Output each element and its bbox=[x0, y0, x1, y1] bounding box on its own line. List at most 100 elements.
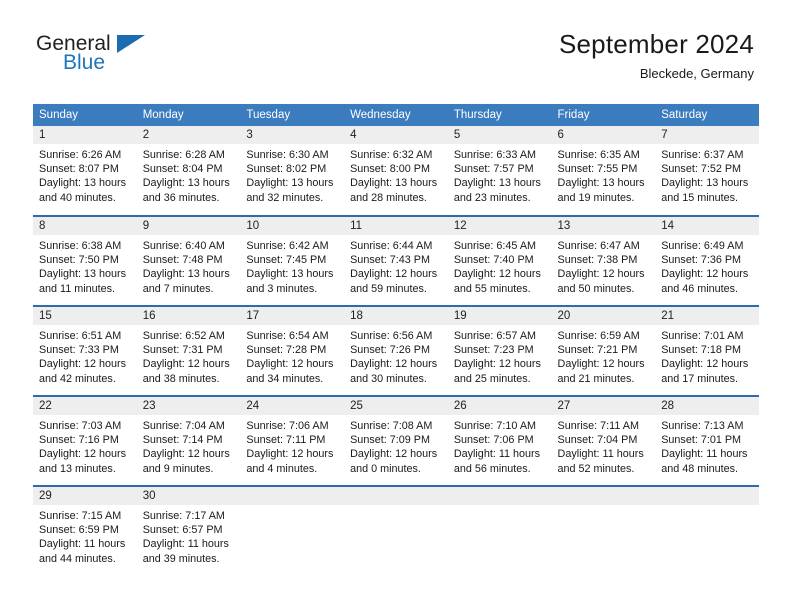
day-number bbox=[447, 487, 552, 505]
day-cell-inner bbox=[344, 487, 448, 576]
sunrise-text: Sunrise: 6:51 AM bbox=[39, 330, 122, 342]
calendar-day-cell[interactable]: 4 Sunrise: 6:32 AM Sunset: 8:00 PM Daylight… bbox=[344, 126, 448, 216]
sunrise-text: Sunrise: 7:03 AM bbox=[39, 420, 122, 432]
day-number: 27 bbox=[551, 397, 656, 415]
daylight-text-line2: and 39 minutes. bbox=[142, 552, 220, 565]
day-cell-details: Sunrise: 6:30 AM Sunset: 8:02 PM Daylight:… bbox=[240, 144, 344, 205]
sunrise-text: Sunrise: 6:38 AM bbox=[39, 240, 122, 252]
sunset-text: Sunset: 7:09 PM bbox=[350, 434, 430, 447]
calendar-day-cell[interactable]: 6 Sunrise: 6:35 AM Sunset: 7:55 PM Daylight… bbox=[551, 126, 656, 216]
calendar-day-cell[interactable]: 30 Sunrise: 7:17 AM Sunset: 6:57 PM Dayligh… bbox=[136, 485, 241, 576]
calendar-day-cell[interactable]: 21 Sunrise: 7:01 AM Sunset: 7:18 PM Dayligh… bbox=[655, 305, 759, 396]
daylight-text-line1: Daylight: 11 hours bbox=[39, 538, 126, 551]
sunset-text: Sunset: 7:11 PM bbox=[246, 434, 326, 447]
calendar-day-cell[interactable]: 25 Sunrise: 7:08 AM Sunset: 7:09 PM Dayligh… bbox=[344, 395, 448, 486]
calendar-day-cell[interactable]: 10 Sunrise: 6:42 AM Sunset: 7:45 PM Dayligh… bbox=[240, 215, 345, 306]
daylight-text-line1: Daylight: 13 hours bbox=[661, 177, 749, 190]
calendar-day-cell[interactable]: 2 Sunrise: 6:28 AM Sunset: 8:04 PM Daylight… bbox=[136, 126, 241, 216]
sunset-text: Sunset: 7:18 PM bbox=[661, 344, 742, 357]
calendar-day-cell[interactable]: 27 Sunrise: 7:11 AM Sunset: 7:04 PM Dayligh… bbox=[551, 395, 656, 486]
day-cell-inner: 11 Sunrise: 6:44 AM Sunset: 7:43 PM Dayligh… bbox=[344, 217, 448, 305]
calendar-day-cell[interactable]: 15 Sunrise: 6:51 AM Sunset: 7:33 PM Dayligh… bbox=[33, 305, 137, 396]
calendar-day-cell[interactable]: 24 Sunrise: 7:06 AM Sunset: 7:11 PM Dayligh… bbox=[240, 395, 345, 486]
daylight-text-line2: and 13 minutes. bbox=[39, 462, 116, 475]
daylight-text-line2: and 55 minutes. bbox=[453, 282, 531, 295]
day-cell-inner: 17 Sunrise: 6:54 AM Sunset: 7:28 PM Dayligh… bbox=[240, 307, 345, 395]
calendar-day-cell[interactable]: 19 Sunrise: 6:57 AM Sunset: 7:23 PM Dayligh… bbox=[447, 305, 552, 396]
day-number: 24 bbox=[240, 397, 345, 415]
daylight-text-line2: and 11 minutes. bbox=[39, 282, 116, 295]
calendar-day-cell[interactable]: 11 Sunrise: 6:44 AM Sunset: 7:43 PM Dayligh… bbox=[344, 215, 448, 306]
day-cell-details: Sunrise: 6:56 AM Sunset: 7:26 PM Daylight:… bbox=[344, 325, 448, 386]
day-cell-details bbox=[655, 505, 759, 509]
sunrise-text: Sunrise: 6:52 AM bbox=[142, 330, 225, 342]
calendar-day-cell[interactable]: 3 Sunrise: 6:30 AM Sunset: 8:02 PM Daylight… bbox=[240, 126, 345, 216]
day-number: 26 bbox=[447, 397, 552, 415]
sunset-text: Sunset: 7:40 PM bbox=[453, 254, 534, 267]
day-cell-details: Sunrise: 7:08 AM Sunset: 7:09 PM Daylight:… bbox=[344, 415, 448, 476]
calendar-day-cell[interactable]: 18 Sunrise: 6:56 AM Sunset: 7:26 PM Dayligh… bbox=[344, 305, 448, 396]
day-cell-inner: 10 Sunrise: 6:42 AM Sunset: 7:45 PM Dayligh… bbox=[240, 217, 345, 305]
calendar-week-row: 22 Sunrise: 7:03 AM Sunset: 7:16 PM Dayligh… bbox=[33, 395, 759, 486]
calendar-day-cell[interactable]: 28 Sunrise: 7:13 AM Sunset: 7:01 PM Dayligh… bbox=[655, 395, 759, 486]
day-cell-details: Sunrise: 7:11 AM Sunset: 7:04 PM Daylight:… bbox=[552, 415, 656, 476]
calendar-day-cell[interactable]: 7 Sunrise: 6:37 AM Sunset: 7:52 PM Daylight… bbox=[655, 126, 759, 216]
day-cell-inner: 7 Sunrise: 6:37 AM Sunset: 7:52 PM Daylight… bbox=[655, 126, 759, 215]
calendar-day-cell[interactable]: 1 Sunrise: 6:26 AM Sunset: 8:07 PM Daylight… bbox=[33, 126, 137, 216]
sunset-text: Sunset: 7:04 PM bbox=[557, 434, 638, 447]
calendar-day-cell[interactable]: 8 Sunrise: 6:38 AM Sunset: 7:50 PM Daylight… bbox=[33, 215, 137, 306]
day-cell-inner: 4 Sunrise: 6:32 AM Sunset: 8:00 PM Daylight… bbox=[344, 126, 448, 215]
calendar-day-cell[interactable]: 12 Sunrise: 6:45 AM Sunset: 7:40 PM Dayligh… bbox=[447, 215, 552, 306]
day-cell-details: Sunrise: 6:47 AM Sunset: 7:38 PM Daylight:… bbox=[552, 235, 656, 296]
calendar-day-cell[interactable]: 20 Sunrise: 6:59 AM Sunset: 7:21 PM Dayligh… bbox=[551, 305, 656, 396]
day-cell-details: Sunrise: 6:37 AM Sunset: 7:52 PM Daylight:… bbox=[655, 144, 759, 205]
day-cell-details: Sunrise: 6:26 AM Sunset: 8:07 PM Daylight:… bbox=[33, 144, 137, 205]
calendar-day-cell[interactable]: 29 Sunrise: 7:15 AM Sunset: 6:59 PM Dayligh… bbox=[33, 485, 137, 576]
sunrise-text: Sunrise: 7:10 AM bbox=[453, 420, 537, 432]
daylight-text-line2: and 3 minutes. bbox=[246, 282, 318, 295]
daylight-text-line2: and 4 minutes. bbox=[246, 462, 318, 475]
daylight-text-line1: Daylight: 12 hours bbox=[557, 268, 645, 281]
calendar-day-cell[interactable]: 22 Sunrise: 7:03 AM Sunset: 7:16 PM Dayligh… bbox=[33, 395, 137, 486]
daylight-text-line1: Daylight: 13 hours bbox=[350, 177, 438, 190]
daylight-text-line2: and 15 minutes. bbox=[661, 191, 739, 204]
weekday-header-tuesday: Tuesday bbox=[240, 104, 345, 126]
sunrise-text: Sunrise: 6:32 AM bbox=[350, 149, 433, 161]
calendar-day-cell[interactable]: 23 Sunrise: 7:04 AM Sunset: 7:14 PM Dayligh… bbox=[136, 395, 241, 486]
day-number: 12 bbox=[447, 217, 552, 235]
calendar-day-cell[interactable]: 13 Sunrise: 6:47 AM Sunset: 7:38 PM Dayligh… bbox=[551, 215, 656, 306]
sunset-text: Sunset: 7:57 PM bbox=[453, 163, 534, 176]
calendar-week-row: 15 Sunrise: 6:51 AM Sunset: 7:33 PM Dayligh… bbox=[33, 305, 759, 396]
day-number: 4 bbox=[344, 126, 448, 144]
calendar-day-cell[interactable]: 14 Sunrise: 6:49 AM Sunset: 7:36 PM Dayligh… bbox=[655, 215, 759, 306]
daylight-text-line2: and 50 minutes. bbox=[557, 282, 635, 295]
day-number: 25 bbox=[344, 397, 448, 415]
sunrise-text: Sunrise: 7:04 AM bbox=[142, 420, 225, 432]
sunrise-text: Sunrise: 6:26 AM bbox=[39, 149, 122, 161]
sunset-text: Sunset: 6:57 PM bbox=[142, 524, 223, 537]
sunrise-text: Sunrise: 6:44 AM bbox=[350, 240, 433, 252]
daylight-text-line2: and 36 minutes. bbox=[142, 191, 220, 204]
day-number bbox=[655, 487, 759, 505]
day-number bbox=[551, 487, 656, 505]
sunset-text: Sunset: 7:21 PM bbox=[557, 344, 638, 357]
sunset-text: Sunset: 8:00 PM bbox=[350, 163, 430, 176]
calendar-day-cell[interactable]: 17 Sunrise: 6:54 AM Sunset: 7:28 PM Dayligh… bbox=[240, 305, 345, 396]
daylight-text-line1: Daylight: 12 hours bbox=[350, 358, 438, 371]
calendar-day-cell[interactable]: 26 Sunrise: 7:10 AM Sunset: 7:06 PM Dayligh… bbox=[447, 395, 552, 486]
day-cell-details: Sunrise: 6:49 AM Sunset: 7:36 PM Daylight:… bbox=[655, 235, 759, 296]
daylight-text-line1: Daylight: 12 hours bbox=[557, 358, 645, 371]
calendar-day-cell[interactable]: 9 Sunrise: 6:40 AM Sunset: 7:48 PM Daylight… bbox=[136, 215, 241, 306]
daylight-text-line2: and 32 minutes. bbox=[246, 191, 324, 204]
sunset-text: Sunset: 7:52 PM bbox=[661, 163, 742, 176]
sunrise-text: Sunrise: 6:56 AM bbox=[350, 330, 433, 342]
day-number: 21 bbox=[655, 307, 759, 325]
day-cell-details: Sunrise: 7:15 AM Sunset: 6:59 PM Daylight:… bbox=[33, 505, 137, 566]
calendar-day-cell[interactable]: 5 Sunrise: 6:33 AM Sunset: 7:57 PM Daylight… bbox=[447, 126, 552, 216]
daylight-text-line2: and 48 minutes. bbox=[661, 462, 739, 475]
general-blue-logo[interactable]: General Blue bbox=[36, 32, 216, 88]
sunrise-text: Sunrise: 6:57 AM bbox=[453, 330, 537, 342]
sunrise-text: Sunrise: 7:08 AM bbox=[350, 420, 433, 432]
calendar-day-cell[interactable]: 16 Sunrise: 6:52 AM Sunset: 7:31 PM Dayligh… bbox=[136, 305, 241, 396]
daylight-text-line2: and 7 minutes. bbox=[142, 282, 214, 295]
